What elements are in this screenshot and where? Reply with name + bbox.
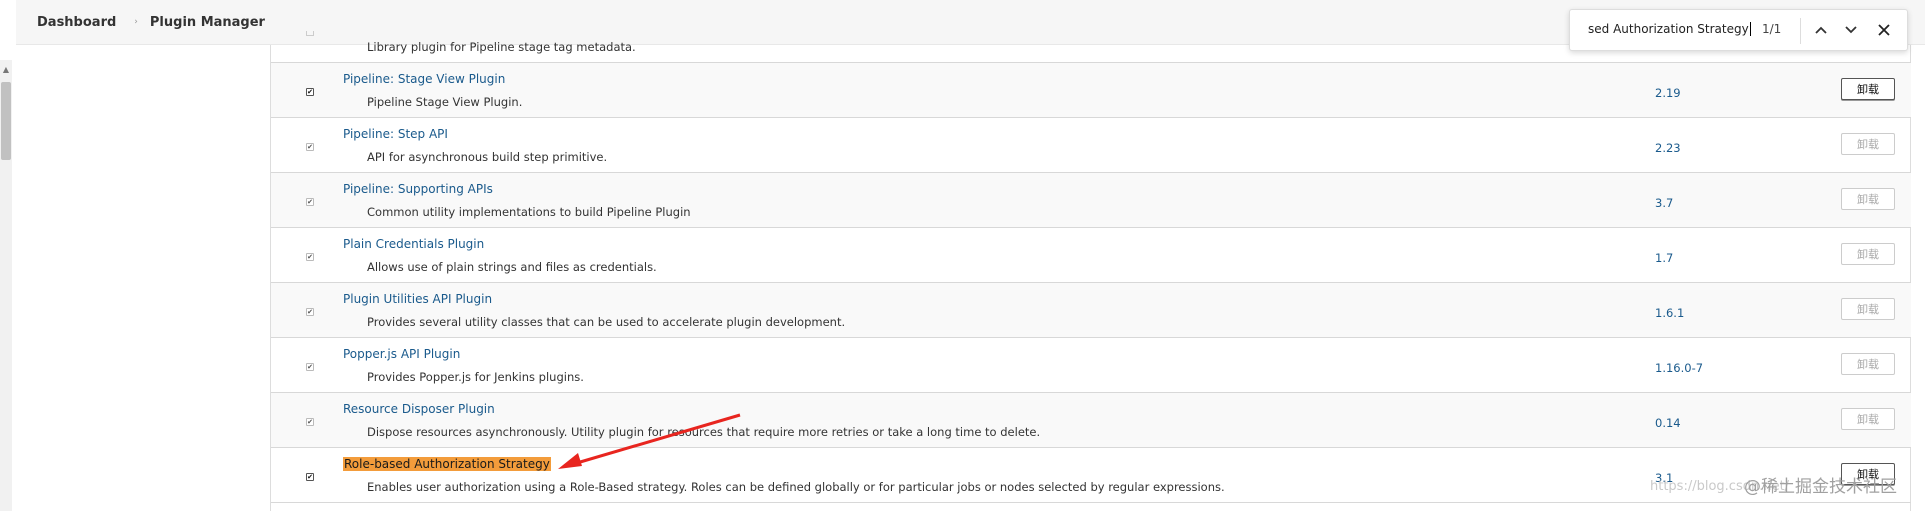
plugin-version-link[interactable]: 1.6.1	[1655, 306, 1684, 320]
plugin-version-link[interactable]: 2.23	[1655, 141, 1681, 155]
plugin-name-link[interactable]: Plugin Utilities API Plugin	[343, 292, 492, 306]
uninstall-button[interactable]: 卸载	[1841, 78, 1895, 100]
plugin-name-link[interactable]: Role-based Authorization Strategy	[343, 457, 551, 471]
plugin-row: ✔ Role-based Authorization Strategy Enab…	[271, 448, 1911, 503]
chevron-down-icon[interactable]	[1840, 19, 1862, 41]
scroll-up-arrow-icon[interactable]: ▲	[1, 65, 11, 75]
uninstall-button[interactable]: 卸载	[1841, 408, 1895, 430]
partial-row-checkbox	[306, 31, 314, 36]
find-in-page-bar: sed Authorization Strategy 1/1	[1569, 9, 1908, 51]
plugin-description: Enables user authorization using a Role-…	[367, 480, 1225, 494]
annotation-arrow-icon	[558, 413, 741, 469]
plugin-name-link[interactable]: Pipeline: Step API	[343, 127, 448, 141]
uninstall-button[interactable]: 卸载	[1841, 133, 1895, 155]
plugin-name-link[interactable]: Plain Credentials Plugin	[343, 237, 484, 251]
plugin-enabled-checkbox[interactable]: ✔	[306, 473, 314, 481]
uninstall-button[interactable]: 卸载	[1841, 188, 1895, 210]
plugin-description: Pipeline Stage View Plugin.	[367, 95, 523, 109]
plugin-name-link[interactable]: Pipeline: Supporting APIs	[343, 182, 493, 196]
uninstall-button[interactable]: 卸载	[1841, 243, 1895, 265]
breadcrumb-dashboard[interactable]: Dashboard	[37, 15, 116, 30]
plugin-enabled-checkbox[interactable]: ✔	[306, 363, 314, 371]
plugin-version-link[interactable]: 2.19	[1655, 86, 1681, 100]
plugin-row: ✔ Popper.js API Plugin Provides Popper.j…	[271, 338, 1911, 393]
plugin-enabled-checkbox[interactable]: ✔	[306, 88, 314, 96]
breadcrumb-plugin-manager[interactable]: Plugin Manager	[150, 15, 265, 30]
plugin-version-link[interactable]: 3.7	[1655, 196, 1673, 210]
find-match-count: 1/1	[1762, 22, 1782, 36]
plugin-enabled-checkbox[interactable]: ✔	[306, 198, 314, 206]
plugin-row: ✔ Pipeline: Supporting APIs Common utili…	[271, 173, 1911, 228]
plugin-description: API for asynchronous build step primitiv…	[367, 150, 608, 164]
plugin-row: ✔ Plain Credentials Plugin Allows use of…	[271, 228, 1911, 283]
plugin-enabled-checkbox[interactable]: ✔	[306, 253, 314, 261]
plugin-enabled-checkbox[interactable]: ✔	[306, 308, 314, 316]
breadcrumb-separator: ›	[134, 17, 138, 27]
plugin-row: ✔ Pipeline: Stage View Plugin Pipeline S…	[271, 63, 1911, 118]
find-divider	[1800, 18, 1801, 44]
plugin-row: ✔ Pipeline: Step API API for asynchronou…	[271, 118, 1911, 173]
plugin-description: Common utility implementations to build …	[367, 205, 691, 219]
scrollbar-thumb[interactable]	[1, 82, 11, 160]
watermark-stamp: @稀土掘金技术社区	[1744, 477, 1897, 497]
plugin-row: ✔ Resource Disposer Plugin Dispose resou…	[271, 393, 1911, 448]
plugin-name-link[interactable]: Popper.js API Plugin	[343, 347, 460, 361]
chevron-up-icon[interactable]	[1810, 19, 1832, 41]
plugin-description: Provides several utility classes that ca…	[367, 315, 846, 329]
plugin-enabled-checkbox[interactable]: ✔	[306, 143, 314, 151]
find-input[interactable]: sed Authorization Strategy	[1588, 22, 1751, 36]
plugin-name-link[interactable]: Resource Disposer Plugin	[343, 402, 495, 416]
plugin-name-link[interactable]: Pipeline: Stage View Plugin	[343, 72, 505, 86]
plugin-description: Allows use of plain strings and files as…	[367, 260, 657, 274]
plugin-version-link[interactable]: 1.7	[1655, 251, 1673, 265]
plugin-row: ✔ Plugin Utilities API Plugin Provides s…	[271, 283, 1911, 338]
plugin-description: Provides Popper.js for Jenkins plugins.	[367, 370, 584, 384]
close-icon[interactable]	[1873, 19, 1895, 41]
plugin-version-link[interactable]: 1.16.0-7	[1655, 361, 1703, 375]
plugin-enabled-checkbox[interactable]: ✔	[306, 418, 314, 426]
partial-row-description: Library plugin for Pipeline stage tag me…	[367, 40, 636, 54]
uninstall-button[interactable]: 卸载	[1841, 353, 1895, 375]
plugin-version-link[interactable]: 0.14	[1655, 416, 1681, 430]
uninstall-button[interactable]: 卸载	[1841, 298, 1895, 320]
